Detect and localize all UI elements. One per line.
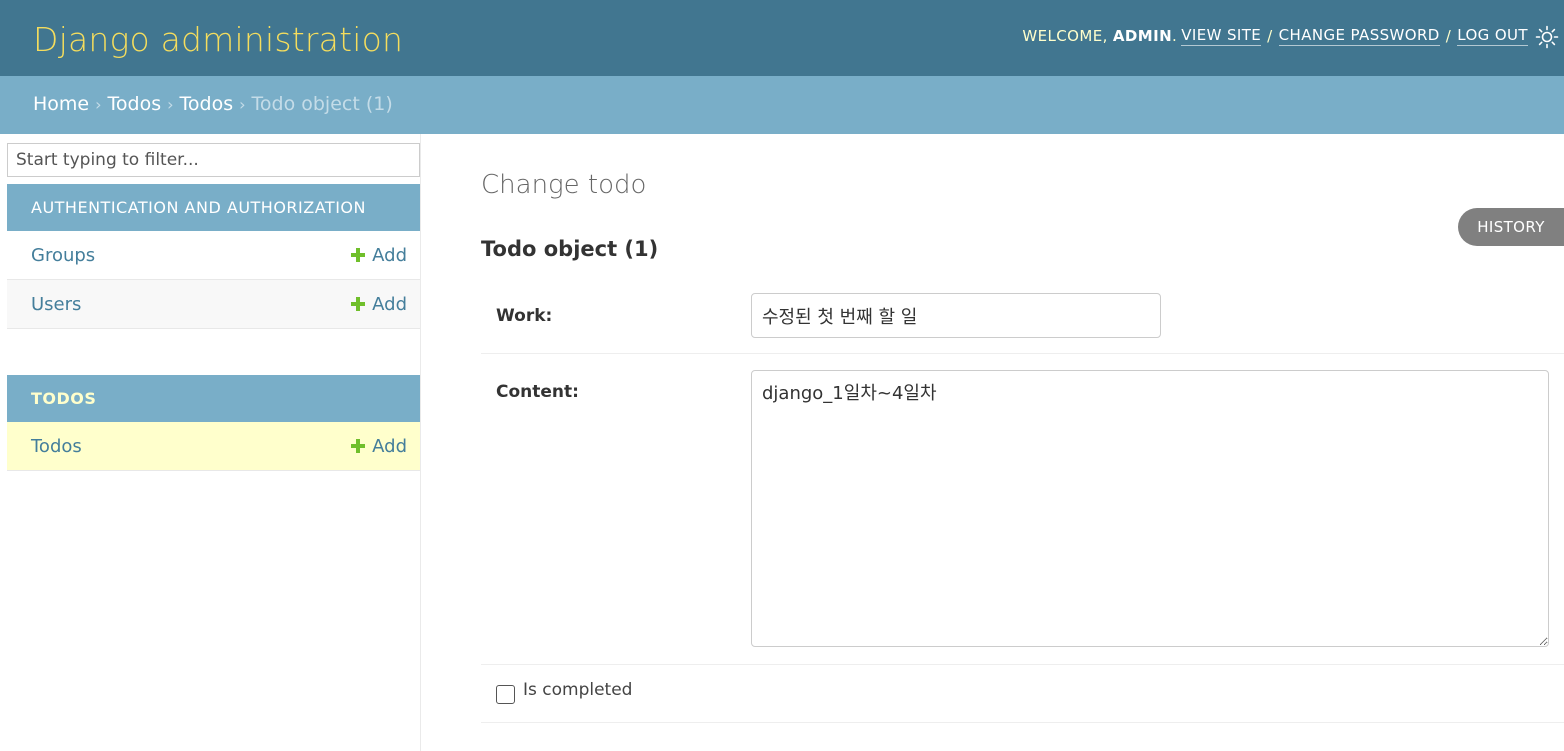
is-completed-checkbox[interactable] — [496, 685, 515, 704]
user-tools-separator: / — [1445, 27, 1452, 45]
module-caption-todos[interactable]: TODOS — [7, 375, 420, 422]
nav-sidebar: AUTHENTICATION AND AUTHORIZATION Groups … — [7, 134, 421, 751]
username: ADMIN — [1112, 27, 1173, 45]
plus-icon — [351, 439, 366, 453]
welcome-text: WELCOME, — [1022, 27, 1108, 45]
sidebar-item-todos: Todos Add — [7, 422, 420, 471]
change-password-link[interactable]: CHANGE PASSWORD — [1278, 26, 1440, 46]
breadcrumb-separator: › — [167, 95, 174, 114]
breadcrumb-separator: › — [239, 95, 246, 114]
view-site-link[interactable]: VIEW SITE — [1181, 26, 1262, 46]
content-textarea[interactable]: django_1일차~4일차 — [751, 370, 1549, 647]
plus-icon — [351, 297, 366, 311]
is-completed-label[interactable]: Is completed — [523, 680, 632, 700]
work-label: Work: — [496, 306, 553, 326]
breadcrumb-app-todos[interactable]: Todos — [108, 93, 162, 115]
work-input[interactable] — [751, 293, 1161, 338]
history-button[interactable]: HISTORY — [1458, 208, 1564, 246]
breadcrumb-separator: › — [95, 95, 102, 114]
model-link-groups[interactable]: Groups — [31, 245, 95, 266]
form-row-content: Content: django_1일차~4일차 — [481, 354, 1564, 665]
sidebar-filter-input[interactable] — [7, 143, 420, 177]
welcome-period: . — [1172, 27, 1178, 45]
add-label: Add — [372, 244, 407, 266]
page-title: Change todo — [481, 170, 647, 200]
site-title[interactable]: Django administration — [33, 20, 403, 59]
module-caption-auth[interactable]: AUTHENTICATION AND AUTHORIZATION — [7, 184, 420, 231]
site-header: Django administration WELCOME, ADMIN. VI… — [0, 0, 1564, 76]
form-row-work: Work: — [481, 284, 1564, 354]
add-users-button[interactable]: Add — [349, 294, 407, 315]
add-groups-button[interactable]: Add — [349, 245, 407, 266]
form-row-is-completed: Is completed — [481, 665, 1564, 723]
sidebar-item-users: Users Add — [7, 280, 420, 329]
object-title: Todo object (1) — [481, 237, 659, 261]
sun-icon — [1535, 25, 1559, 49]
add-label: Add — [372, 293, 407, 315]
log-out-link[interactable]: LOG OUT — [1457, 26, 1528, 46]
sidebar-item-groups: Groups Add — [7, 231, 420, 280]
user-tools: WELCOME, ADMIN. VIEW SITE / CHANGE PASSW… — [1022, 26, 1528, 46]
breadcrumb-current: Todo object (1) — [251, 93, 393, 115]
add-label: Add — [372, 435, 407, 457]
breadcrumb-model-todos[interactable]: Todos — [180, 93, 234, 115]
model-link-todos[interactable]: Todos — [31, 436, 82, 457]
breadcrumb: Home › Todos › Todos › Todo object (1) — [0, 76, 1564, 134]
model-link-users[interactable]: Users — [31, 294, 81, 315]
plus-icon — [351, 248, 366, 262]
add-todos-button[interactable]: Add — [349, 436, 407, 457]
theme-toggle-button[interactable] — [1534, 24, 1560, 50]
user-tools-separator: / — [1267, 27, 1273, 45]
breadcrumb-home[interactable]: Home — [33, 93, 89, 115]
content-label: Content: — [496, 382, 579, 402]
